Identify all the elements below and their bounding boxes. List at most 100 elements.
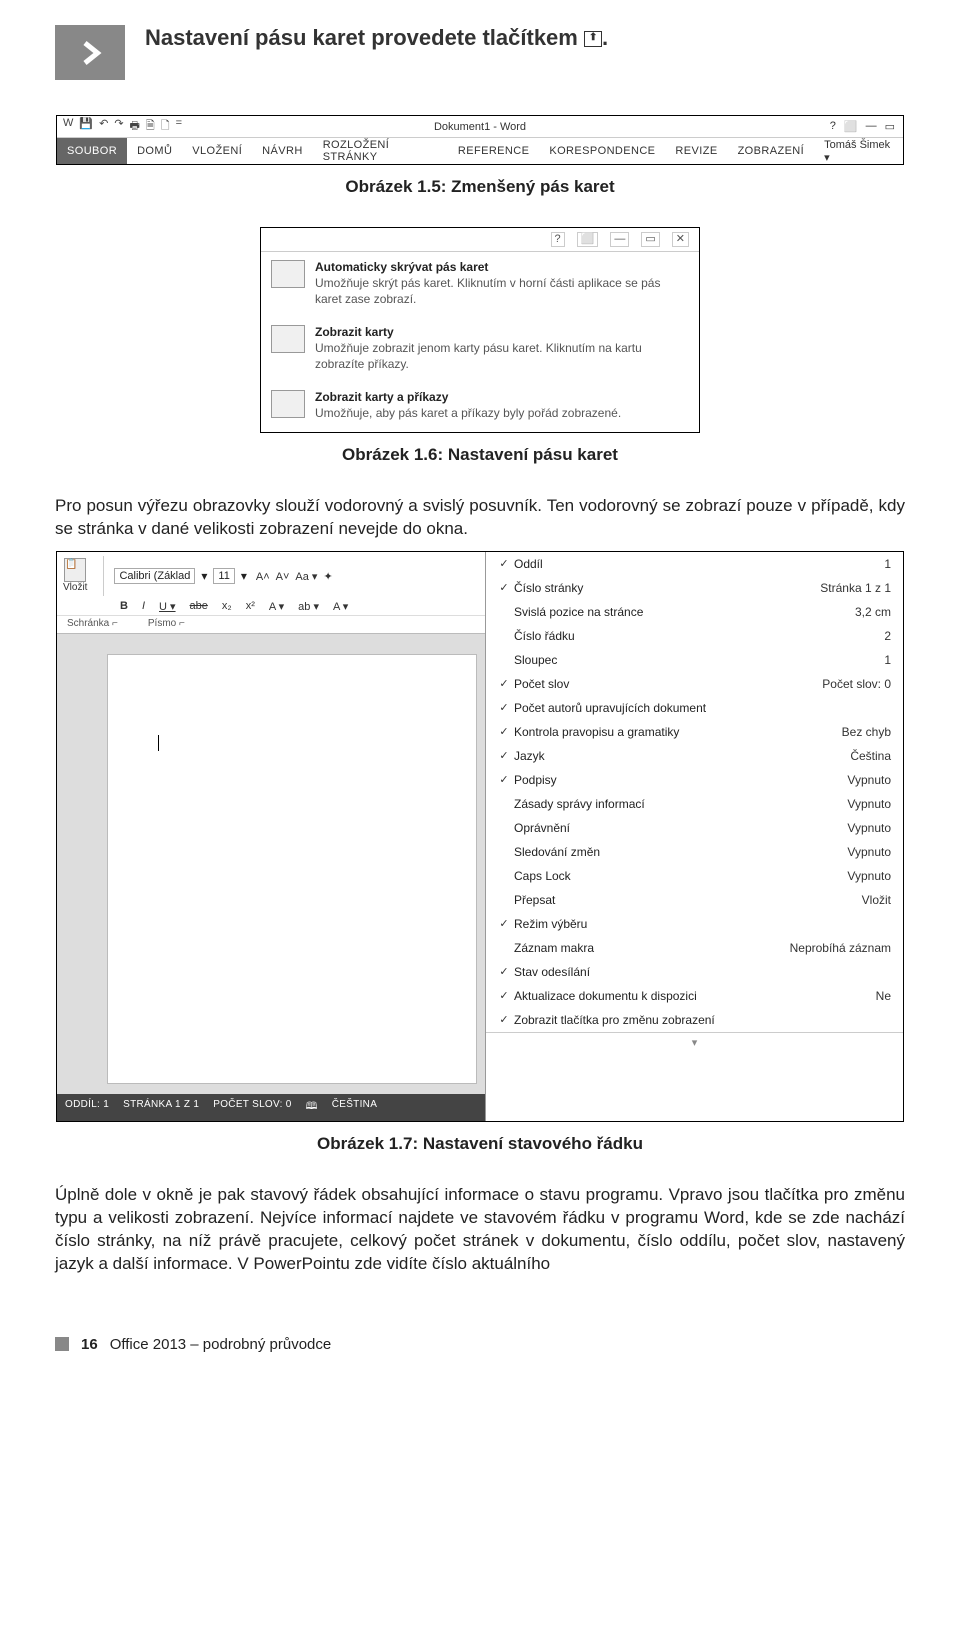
window-control-button[interactable]: ? [830, 120, 836, 133]
ribbon-tabs[interactable]: SOUBORDOMŮVLOŽENÍNÁVRHROZLOŽENÍ STRÁNKYR… [57, 138, 903, 164]
body-paragraph: Úplně dole v okně je pak stavový řádek o… [55, 1184, 905, 1276]
ribbon-button[interactable]: A ▾ [330, 600, 351, 613]
statusbar-menu-item[interactable]: ✓Zobrazit tlačítka pro změnu zobrazení [486, 1008, 903, 1032]
statusbar-menu-item[interactable]: Záznam makraNeprobíhá záznam [486, 936, 903, 960]
qat-button[interactable]: ↶ [99, 117, 108, 136]
menu-value: Vypnuto [847, 773, 891, 787]
menu-value: Vypnuto [847, 845, 891, 859]
window-control-button[interactable]: — [866, 120, 877, 133]
statusbar-menu-item[interactable]: ✓PodpisyVypnuto [486, 768, 903, 792]
window-control-button[interactable]: ⬜ [577, 232, 599, 247]
ribbon-button[interactable]: abe [187, 600, 211, 612]
qat-button[interactable]: 💾 [79, 117, 93, 136]
ribbon-tab[interactable]: DOMŮ [127, 138, 182, 164]
statusbar-menu-item[interactable]: OprávněníVypnuto [486, 816, 903, 840]
ribbon-tab[interactable]: KORESPONDENCE [539, 138, 665, 164]
ribbon-button[interactable]: Aa ▾ [292, 571, 320, 583]
statusbar-menu-item[interactable]: ✓Číslo stránkyStránka 1 z 1 [486, 576, 903, 600]
statusbar-menu-item[interactable]: Caps LockVypnuto [486, 864, 903, 888]
document-page[interactable] [107, 654, 477, 1084]
statusbar-menu-item[interactable]: ✓JazykČeština [486, 744, 903, 768]
menu-value: Ne [876, 989, 891, 1003]
ribbon-option[interactable]: Zobrazit kartyUmožňuje zobrazit jenom ka… [261, 317, 699, 382]
menu-label: Zobrazit tlačítka pro změnu zobrazení [514, 1013, 891, 1027]
paste-button[interactable]: 📋 Vložit [63, 558, 87, 593]
statusbar-menu-item[interactable]: ✓Počet autorů upravujících dokument [486, 696, 903, 720]
ribbon-tab[interactable]: ZOBRAZENÍ [728, 138, 815, 164]
menu-value: Stránka 1 z 1 [820, 581, 891, 595]
font-name-input[interactable]: Calibri (Základ [114, 568, 195, 584]
ribbon-button[interactable]: A˄ [253, 571, 273, 583]
status-item[interactable]: 🕮 [306, 1099, 318, 1116]
statusbar-menu-item[interactable]: ✓Počet slovPočet slov: 0 [486, 672, 903, 696]
figure-1-5: W💾↶↷🖶🗎🗋= Dokument1 - Word ?⬜—▭ SOUBORDOM… [56, 115, 904, 165]
figure-caption: Obrázek 1.5: Zmenšený pás karet [55, 177, 905, 197]
footer-bullet-icon [55, 1337, 69, 1351]
ribbon-button[interactable]: B [117, 600, 131, 612]
ribbon-button[interactable]: I [139, 600, 148, 612]
ribbon-option[interactable]: Automaticky skrývat pás karetUmožňuje sk… [261, 252, 699, 317]
statusbar-menu-item[interactable]: ✓Kontrola pravopisu a gramatikyBez chyb [486, 720, 903, 744]
status-item[interactable]: STRÁNKA 1 Z 1 [123, 1099, 199, 1116]
window-control-button[interactable]: ⬜ [844, 120, 858, 133]
statusbar-menu-item[interactable]: Svislá pozice na stránce3,2 cm [486, 600, 903, 624]
window-control-button[interactable]: ▭ [641, 232, 659, 247]
statusbar-menu-item[interactable]: Zásady správy informacíVypnuto [486, 792, 903, 816]
qat-button[interactable]: 🖶 [130, 117, 140, 136]
qat-button[interactable]: 🗋 [161, 117, 170, 136]
ribbon-tab[interactable]: VLOŽENÍ [182, 138, 252, 164]
book-title: Office 2013 – podrobný průvodce [110, 1336, 332, 1353]
statusbar-menu-item[interactable]: ✓Aktualizace dokumentu k dispoziciNe [486, 984, 903, 1008]
ribbon-tab[interactable]: SOUBOR [57, 138, 127, 164]
qat-button[interactable]: 🗎 [146, 117, 155, 136]
window-controls[interactable]: ? ⬜ — ▭ ✕ [261, 228, 699, 252]
ribbon-tab[interactable]: REFERENCE [448, 138, 539, 164]
qat-button[interactable]: W [63, 117, 73, 136]
statusbar-menu-item[interactable]: PřepsatVložit [486, 888, 903, 912]
statusbar-menu-item[interactable]: ✓Stav odesílání [486, 960, 903, 984]
check-icon: ✓ [494, 749, 514, 762]
qat-button[interactable]: ↷ [114, 117, 123, 136]
ribbon-tab[interactable]: NÁVRH [252, 138, 313, 164]
ribbon-button[interactable]: ab ▾ [295, 600, 322, 613]
option-description: Umožňuje skrýt pás karet. Kliknutím v ho… [315, 276, 689, 307]
page-footer: 16 Office 2013 – podrobný průvodce [55, 1336, 905, 1353]
menu-expand-icon[interactable]: ▾ [486, 1032, 903, 1052]
menu-value: 1 [884, 557, 891, 571]
statusbar-menu-item[interactable]: Číslo řádku2 [486, 624, 903, 648]
window-control-button[interactable]: ? [551, 232, 565, 247]
font-size-input[interactable]: 11 [213, 568, 234, 584]
status-item[interactable]: ČEŠTINA [332, 1099, 377, 1116]
quick-access-toolbar[interactable]: W 💾 ↶ ↷ 🖶 🗎 🗋 = [57, 117, 188, 136]
ribbon-tab[interactable]: ROZLOŽENÍ STRÁNKY [313, 138, 448, 164]
statusbar-menu-item[interactable]: ✓Oddíl1 [486, 552, 903, 576]
status-item[interactable]: ODDÍL: 1 [65, 1099, 109, 1116]
document-area[interactable] [57, 634, 485, 1094]
statusbar-menu-item[interactable]: Sloupec1 [486, 648, 903, 672]
menu-label: Režim výběru [514, 917, 891, 931]
menu-label: Stav odesílání [514, 965, 891, 979]
ribbon-button[interactable]: x₂ [219, 600, 235, 612]
ribbon-button[interactable]: x² [243, 600, 258, 612]
ribbon-button[interactable]: U ▾ [156, 600, 179, 613]
ribbon-option[interactable]: Zobrazit karty a příkazyUmožňuje, aby pá… [261, 382, 699, 432]
status-item[interactable]: POČET SLOV: 0 [213, 1099, 291, 1116]
window-control-button[interactable]: — [610, 232, 629, 247]
check-icon: ✓ [494, 677, 514, 690]
menu-label: Kontrola pravopisu a gramatiky [514, 725, 842, 739]
menu-label: Záznam makra [514, 941, 790, 955]
window-control-button[interactable]: ✕ [672, 232, 689, 247]
ribbon-button[interactable]: A ▾ [266, 600, 287, 613]
qat-button[interactable]: = [176, 117, 182, 136]
ribbon-button[interactable]: ✦ [320, 571, 335, 583]
window-controls[interactable]: ? ⬜ — ▭ [822, 120, 903, 133]
status-bar[interactable]: ODDÍL: 1 STRÁNKA 1 Z 1 POČET SLOV: 0 🕮 ČEŠTI… [57, 1094, 485, 1121]
window-control-button[interactable]: ▭ [885, 120, 895, 133]
menu-label: Zásady správy informací [514, 797, 847, 811]
statusbar-menu-item[interactable]: Sledování změnVypnuto [486, 840, 903, 864]
user-menu[interactable]: Tomáš Šimek ▾ [814, 139, 903, 164]
ribbon-tab[interactable]: REVIZE [665, 138, 727, 164]
menu-value: Vypnuto [847, 869, 891, 883]
ribbon-button[interactable]: A˅ [273, 571, 293, 583]
statusbar-menu-item[interactable]: ✓Režim výběru [486, 912, 903, 936]
